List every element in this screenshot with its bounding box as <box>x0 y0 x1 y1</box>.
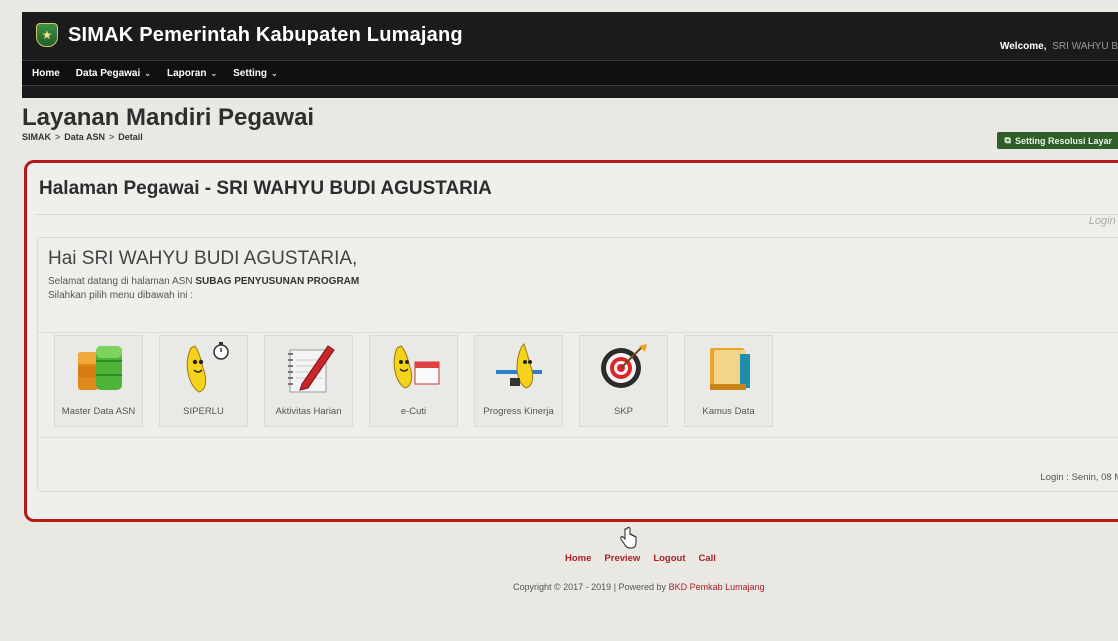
footer-call-link[interactable]: Call <box>699 553 716 564</box>
setting-resolution-button[interactable]: ⧉ Setting Resolusi Layar <box>996 132 1118 149</box>
menu-label: Master Data ASN <box>61 406 136 417</box>
breadcrumb-data-asn[interactable]: Data ASN <box>64 132 105 142</box>
divider <box>35 214 1118 215</box>
welcome-text: Welcome, SRI WAHYU B <box>1000 41 1118 52</box>
employee-card: Halaman Pegawai - SRI WAHYU BUDI AGUSTAR… <box>24 160 1118 522</box>
menu-label: Progress Kinerja <box>483 406 554 417</box>
footer-home-link[interactable]: Home <box>565 553 591 564</box>
menu-label: SIPERLU <box>183 406 224 417</box>
menu-siperlu[interactable]: SIPERLU <box>159 335 248 427</box>
menu-progress-kinerja[interactable]: Progress Kinerja <box>474 335 563 427</box>
breadcrumb-separator: > <box>108 132 115 142</box>
welcome-subtitle: Selamat datang di halaman ASN SUBAG PENY… <box>48 276 359 287</box>
breadcrumb-simak[interactable]: SIMAK <box>22 132 51 142</box>
database-icon <box>78 346 122 390</box>
menu-master-data-asn[interactable]: Master Data ASN <box>54 335 143 427</box>
menu-instruction: Silahkan pilih menu dibawah ini : <box>48 290 194 301</box>
book-icon <box>710 348 750 390</box>
welcome-label: Welcome, <box>999 41 1047 52</box>
menu-label: Kamus Data <box>702 406 755 417</box>
breadcrumb-separator: > <box>55 132 61 142</box>
chevron-down-icon: ⌄ <box>144 68 151 78</box>
menu-label: Aktivitas Harian <box>275 406 342 417</box>
setting-resolution-label: Setting Resolusi Layar <box>1014 135 1112 146</box>
main-nav: Home Data Pegawai ⌄ Laporan ⌄ Setting ⌄ <box>22 60 1118 86</box>
welcome-user[interactable]: SRI WAHYU B <box>1052 41 1118 52</box>
top-header: ★ SIMAK Pemerintah Kabupaten Lumajang We… <box>22 12 1118 98</box>
nav-home[interactable]: Home <box>32 68 60 79</box>
nav-home-label: Home <box>32 67 60 79</box>
login-info-top: Login : 1 <box>1088 215 1118 227</box>
footer-links: Home Preview Logout Call <box>565 553 716 564</box>
menu-label: e-Cuti <box>400 406 427 417</box>
welcome-prefix: Selamat datang di halaman ASN <box>48 276 193 287</box>
banana-calendar-icon <box>393 345 440 389</box>
banana-stopwatch-icon <box>186 342 229 393</box>
card-title: Halaman Pegawai - SRI WAHYU BUDI AGUSTAR… <box>39 178 492 199</box>
emblem-icon: ★ <box>36 23 58 47</box>
footer-preview-link[interactable]: Preview <box>604 553 640 564</box>
chevron-down-icon: ⌄ <box>210 68 218 78</box>
login-info-bottom: Login : Senin, 08 Mare <box>1040 472 1118 483</box>
breadcrumb-detail: Detail <box>118 132 143 142</box>
nav-laporan-label: Laporan <box>166 67 207 79</box>
nav-setting-label: Setting <box>233 67 268 79</box>
nav-data-pegawai-label: Data Pegawai <box>75 67 141 79</box>
nav-data-pegawai[interactable]: Data Pegawai ⌄ <box>76 68 151 79</box>
chevron-down-icon: ⌄ <box>271 68 278 78</box>
menu-skp[interactable]: SKP <box>579 335 668 427</box>
unit-name: SUBAG PENYUSUNAN PROGRAM <box>195 276 360 287</box>
breadcrumb: SIMAK > Data ASN > Detail <box>22 132 143 142</box>
banana-chart-icon <box>496 343 542 389</box>
target-icon <box>601 344 647 388</box>
menu-aktivitas-harian[interactable]: Aktivitas Harian <box>264 335 353 427</box>
nav-laporan[interactable]: Laporan ⌄ <box>167 68 217 79</box>
notebook-pencil-icon <box>288 345 335 393</box>
footer-logout-link[interactable]: Logout <box>653 553 685 564</box>
brand[interactable]: ★ SIMAK Pemerintah Kabupaten Lumajang <box>36 21 463 49</box>
copyright-text: Copyright © 2017 - 2019 | Powered by <box>513 582 667 592</box>
page-title: Layanan Mandiri Pegawai <box>22 104 315 131</box>
menu-kamus-data[interactable]: Kamus Data <box>684 335 773 427</box>
hand-cursor-icon <box>620 527 637 549</box>
welcome-panel: Hai SRI WAHYU BUDI AGUSTARIA, Selamat da… <box>37 237 1118 492</box>
app-title: SIMAK Pemerintah Kabupaten Lumajang <box>68 23 463 46</box>
menu-e-cuti[interactable]: e-Cuti <box>369 335 458 427</box>
menu-label: SKP <box>613 406 633 417</box>
resize-icon: ⧉ <box>1004 135 1011 145</box>
copyright-org-link[interactable]: BKD Pemkab Lumajang <box>669 582 765 592</box>
menu-grid: Master Data ASN SIPERLU Aktivitas Harian… <box>38 332 1118 438</box>
nav-setting[interactable]: Setting ⌄ <box>233 68 278 79</box>
greeting: Hai SRI WAHYU BUDI AGUSTARIA, <box>48 248 358 269</box>
copyright: Copyright © 2017 - 2019 | Powered by BKD… <box>513 582 765 592</box>
